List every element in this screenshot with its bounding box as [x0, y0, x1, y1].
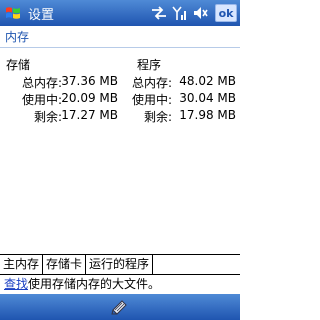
storage-free-value: 17.27 MB [61, 108, 118, 122]
program-free-value: 17.98 MB [179, 108, 236, 122]
storage-used-label: 使用中: [21, 93, 62, 107]
storage-free-label: 剩余: [33, 110, 62, 124]
help-line: 查找使用存储内存的大文件。 [0, 274, 240, 294]
ok-button[interactable]: ok [215, 4, 237, 22]
memory-row-free: 剩余: 17.27 MB 剩余: 17.98 MB [0, 108, 240, 124]
memory-row-total: 总内存: 37.36 MB 总内存: 48.02 MB [0, 74, 240, 90]
title-bar: 设置 ok [0, 0, 240, 26]
tab-running-programs[interactable]: 运行的程序 [86, 255, 154, 274]
settings-screen: 设置 ok 内存 存储 程序 总内存: 37.36 MB 总内存: 48.02 … [0, 0, 240, 320]
help-text: 使用存储内存的大文件。 [28, 277, 161, 291]
find-link[interactable]: 查找 [4, 277, 28, 291]
program-free-label: 剩余: [143, 110, 172, 124]
window-title: 设置 [28, 7, 55, 23]
volume-icon[interactable] [192, 4, 210, 22]
connectivity-icon[interactable] [150, 4, 168, 22]
storage-used-value: 20.09 MB [61, 91, 118, 105]
menu-bar [0, 294, 240, 320]
keyboard-icon[interactable] [107, 297, 133, 317]
storage-total-value: 37.36 MB [61, 74, 118, 88]
program-total-label: 总内存: [131, 76, 172, 90]
storage-heading: 存储 [6, 58, 31, 72]
program-total-value: 48.02 MB [179, 74, 236, 88]
program-used-label: 使用中: [131, 93, 172, 107]
tab-storage-card[interactable]: 存储卡 [43, 255, 87, 274]
signal-icon[interactable] [171, 4, 189, 22]
storage-total-label: 总内存: [21, 76, 62, 90]
tab-main-memory[interactable]: 主内存 [0, 255, 44, 274]
tab-bar: 主内存 存储卡 运行的程序 [0, 254, 240, 274]
program-heading: 程序 [137, 58, 162, 72]
windows-start-icon[interactable] [0, 0, 26, 26]
memory-row-used: 使用中: 20.09 MB 使用中: 30.04 MB [0, 91, 240, 107]
memory-column-headings: 存储 程序 [0, 56, 240, 72]
section-title: 内存 [0, 26, 240, 48]
program-used-value: 30.04 MB [179, 91, 236, 105]
